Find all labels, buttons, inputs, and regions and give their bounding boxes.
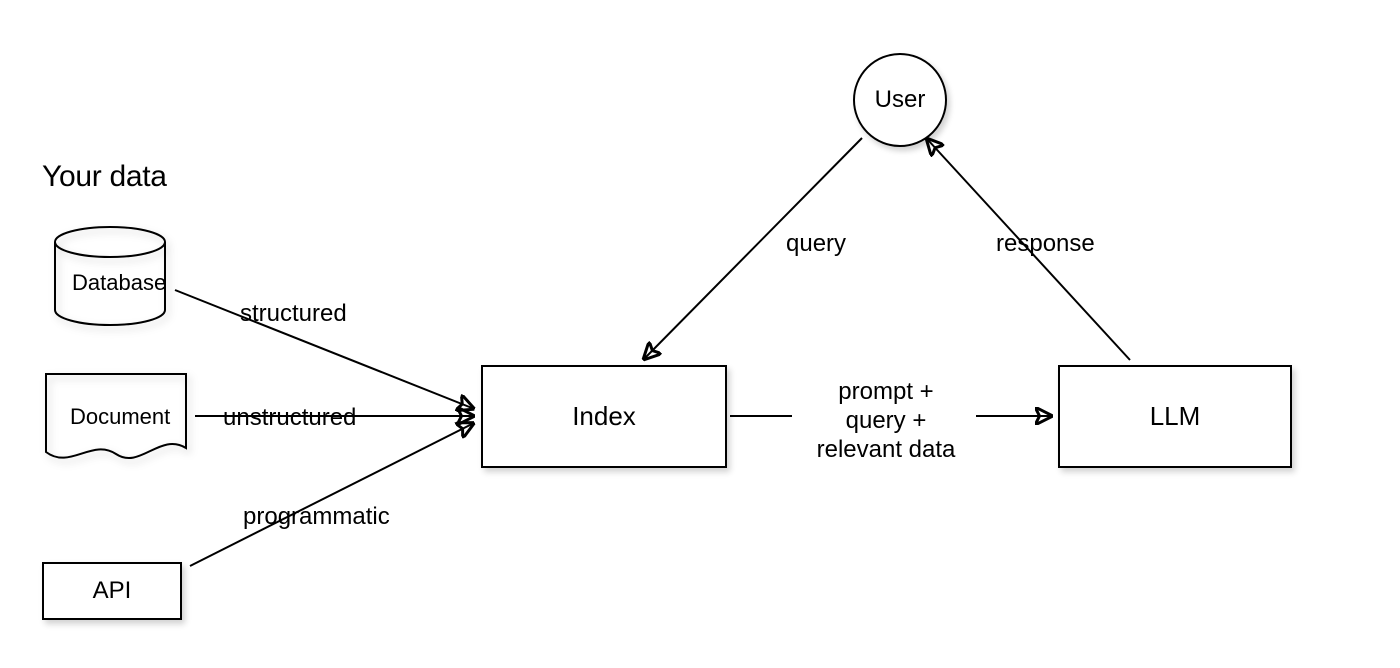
node-llm-label: LLM xyxy=(1150,401,1201,432)
edge-label-response: response xyxy=(996,230,1095,258)
node-llm: LLM xyxy=(1058,365,1292,468)
heading-your-data: Your data xyxy=(42,160,167,194)
edge-label-programmatic: programmatic xyxy=(243,503,390,531)
node-user: User xyxy=(853,53,947,147)
node-api: API xyxy=(42,562,182,620)
node-database-label: Database xyxy=(72,270,166,296)
diagram-svg-layer xyxy=(0,0,1400,668)
node-user-label: User xyxy=(875,86,926,114)
diagram-canvas: Your data Database Document API Index LL… xyxy=(0,0,1400,668)
node-index: Index xyxy=(481,365,727,468)
edge-label-structured: structured xyxy=(240,300,347,328)
edge-label-prompt: prompt +query +relevant data xyxy=(806,378,966,464)
edge-label-unstructured: unstructured xyxy=(223,404,356,432)
edge-label-query: query xyxy=(786,230,846,258)
node-index-label: Index xyxy=(572,401,636,432)
node-document-label: Document xyxy=(70,404,170,430)
node-api-label: API xyxy=(93,577,132,605)
edge-programmatic xyxy=(190,424,472,566)
